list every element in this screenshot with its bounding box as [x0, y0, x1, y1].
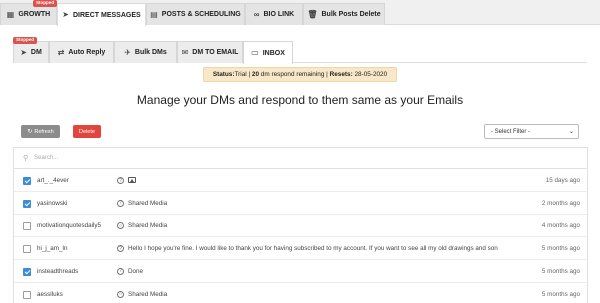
status-count: 20: [251, 71, 260, 78]
tab-label: Bulk Posts Delete: [321, 11, 381, 18]
message-row[interactable]: motivationquotesdaily5 ○ Shared Media 4 mon…: [14, 215, 587, 238]
message-row[interactable]: art_._4ever? 15 days ago: [14, 170, 587, 192]
message-time: 5 months ago: [541, 245, 580, 253]
filter-select[interactable]: - Select Filter - ⌄: [484, 124, 579, 139]
username[interactable]: yasinowski: [37, 200, 67, 207]
tab-label: DIRECT MESSAGES: [73, 11, 141, 19]
tab-label: DM: [30, 49, 42, 56]
tab-auto-reply[interactable]: ⇄ Auto Reply: [49, 41, 114, 63]
message-preview: Shared Media: [128, 199, 168, 207]
search-icon: ⚲: [23, 155, 29, 162]
message-row[interactable]: yasinowski? Shared Media 2 months ago: [14, 193, 587, 215]
tab-direct-messages[interactable]: ➤ DIRECT MESSAGES: [57, 3, 146, 26]
page-title: Manage your DMs and respond to them same…: [136, 93, 464, 107]
username[interactable]: insteadthreads: [37, 268, 78, 275]
refresh-button[interactable]: ↻ Refresh: [21, 125, 60, 138]
link-icon: ∞: [253, 9, 260, 19]
growth-icon: ▦: [6, 9, 15, 19]
message-time: 5 months ago: [541, 290, 580, 298]
envelope-icon: ✉: [181, 47, 189, 57]
tab-posts-scheduling[interactable]: ▤ POSTS & SCHEDULING: [146, 3, 245, 25]
tab-label: BIO LINK: [263, 11, 295, 18]
tab-dm[interactable]: ➤ DM: [13, 41, 49, 63]
status-resets-value: 28-05-2020: [352, 71, 388, 78]
check-circle-icon: ○: [117, 222, 124, 230]
tab-dm-to-email[interactable]: ✉ DM TO EMAIL: [177, 41, 243, 63]
message-time: 5 months ago: [541, 267, 580, 275]
message-time: 4 months ago: [541, 222, 580, 230]
username[interactable]: art_._4ever: [37, 177, 69, 184]
username[interactable]: aesslluks: [37, 291, 63, 298]
search-bar[interactable]: ⚲ Search...: [14, 148, 587, 169]
tab-label: Auto Reply: [68, 49, 106, 56]
send-icon: ✈: [124, 47, 131, 57]
message-preview: Hello I hope you're fine. I would like t…: [128, 245, 498, 253]
status-plan: Trial: [234, 71, 247, 78]
delete-button-label: Delete: [79, 128, 95, 135]
message-row[interactable]: insteadthreads? Done 5 months ago: [14, 261, 587, 283]
tab-label: DM TO EMAIL: [192, 49, 239, 56]
status-prefix: Status:: [212, 71, 235, 78]
top-tab-bar: ▦ GROWTH ➤ DIRECT MESSAGES ▤ POSTS & SCH…: [0, 0, 600, 26]
status-resets-label: Resets:: [329, 71, 353, 78]
refresh-icon: ↻: [27, 129, 33, 135]
refresh-button-label: Refresh: [34, 128, 54, 135]
stopped-badge: Stopped: [13, 37, 37, 44]
tab-label: Bulk DMs: [134, 49, 167, 56]
message-time: 15 days ago: [545, 177, 580, 184]
row-checkbox[interactable]: [23, 222, 31, 231]
question-icon: ?: [117, 245, 124, 253]
paper-plane-icon: ➤: [62, 10, 69, 19]
calendar-icon: ▤: [150, 9, 158, 19]
image-icon: [128, 177, 136, 183]
question-icon: ?: [117, 199, 124, 207]
tab-label: INBOX: [262, 49, 285, 57]
inbox-icon: ▭: [251, 48, 259, 57]
tab-inbox[interactable]: ▭ INBOX: [243, 41, 293, 64]
tab-bio-link[interactable]: ∞ BIO LINK: [245, 3, 303, 25]
username[interactable]: hi_j_am_ln: [37, 245, 67, 252]
username[interactable]: motivationquotesdaily5: [37, 222, 101, 229]
delete-button[interactable]: Delete: [73, 125, 101, 138]
search-input[interactable]: Search...: [34, 155, 58, 161]
message-row[interactable]: aesslluks ○ Shared Media 5 months ago: [14, 284, 587, 303]
tab-label: POSTS & SCHEDULING: [161, 11, 241, 18]
stopped-badge: Stopped: [33, 0, 57, 7]
message-preview: Shared Media: [128, 290, 168, 298]
message-list: ⚲ Search... art_._4ever? 15 days ago yasin…: [13, 147, 588, 303]
chevron-down-icon: ⌄: [568, 129, 574, 135]
status-bar: Status: Trial | 20 dm respond remaining …: [203, 67, 397, 82]
message-preview: Shared Media: [128, 222, 168, 230]
refresh-icon: ⇄: [57, 47, 65, 57]
row-checkbox[interactable]: [23, 177, 31, 185]
row-checkbox[interactable]: [23, 245, 31, 254]
question-icon: ?: [117, 267, 124, 275]
sub-tab-bar: ➤ DM ⇄ Auto Reply ✈ Bulk DMs ✉ DM TO EMA…: [13, 41, 587, 64]
message-preview: Done: [128, 267, 144, 275]
tab-bulk-dms[interactable]: ✈ Bulk DMs: [114, 41, 177, 63]
check-circle-icon: ○: [117, 290, 124, 298]
row-checkbox[interactable]: [23, 267, 31, 276]
row-checkbox[interactable]: [23, 290, 31, 299]
question-icon: ?: [117, 177, 124, 184]
tab-label: GROWTH: [18, 11, 51, 18]
status-count-suffix: dm respond remaining: [259, 71, 325, 78]
filter-select-value: - Select Filter -: [491, 128, 531, 135]
trash-icon: 🗑: [307, 9, 318, 19]
tab-bulk-posts-delete[interactable]: 🗑 Bulk Posts Delete: [303, 3, 385, 25]
paper-plane-icon: ➤: [20, 47, 27, 57]
row-checkbox[interactable]: [23, 199, 31, 208]
message-time: 2 months ago: [541, 199, 580, 207]
message-row[interactable]: hi_j_am_ln? Hello I hope you're fine. I w…: [14, 238, 587, 261]
